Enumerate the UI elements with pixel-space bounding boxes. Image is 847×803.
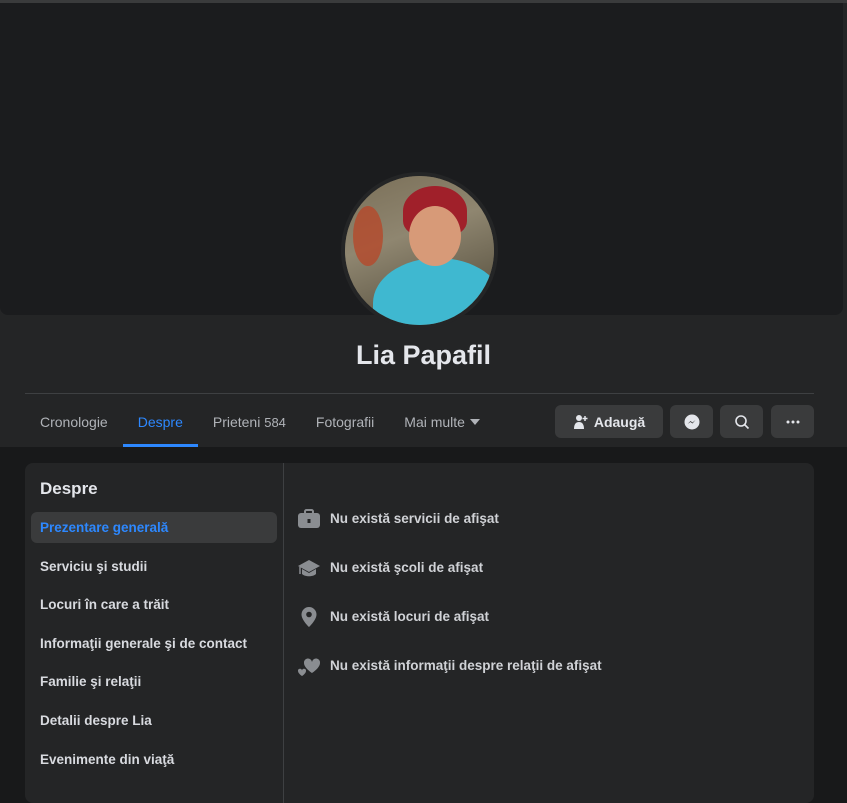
add-friend-label: Adaugă bbox=[593, 413, 646, 430]
tab-label: Mai multe bbox=[404, 414, 465, 430]
more-options-button[interactable] bbox=[771, 405, 814, 438]
about-nav: Prezentare generală Serviciu şi studii L… bbox=[31, 512, 277, 782]
add-friend-button[interactable]: Adaugă bbox=[555, 405, 663, 438]
info-text: Nu există şcoli de afişat bbox=[330, 560, 484, 575]
column-divider bbox=[283, 463, 284, 803]
info-education: Nu există şcoli de afişat bbox=[297, 543, 602, 592]
tab-label: Despre bbox=[137, 414, 183, 430]
divider bbox=[25, 393, 814, 394]
location-pin-icon bbox=[301, 606, 317, 627]
tab-fotografii[interactable]: Fotografii bbox=[301, 400, 389, 447]
info-text: Nu există servicii de afişat bbox=[330, 511, 499, 526]
search-icon bbox=[734, 414, 749, 429]
info-relationships: Nu există informaţii despre relaţii de a… bbox=[297, 641, 602, 690]
add-person-icon bbox=[573, 414, 588, 429]
nav-work-education[interactable]: Serviciu şi studii bbox=[31, 551, 277, 582]
tab-mai-multe[interactable]: Mai multe bbox=[389, 400, 495, 447]
about-card: Despre Prezentare generală Serviciu şi s… bbox=[25, 463, 814, 803]
messenger-button[interactable] bbox=[670, 405, 713, 438]
ellipsis-icon bbox=[786, 420, 799, 423]
info-work: Nu există servicii de afişat bbox=[297, 494, 602, 543]
tab-cronologie[interactable]: Cronologie bbox=[25, 400, 123, 447]
nav-contact-info[interactable]: Informaţii generale şi de contact bbox=[31, 628, 277, 659]
caret-down-icon bbox=[469, 419, 480, 425]
profile-tabs: Cronologie Despre Prieteni 584 Fotografi… bbox=[25, 400, 495, 447]
profile-picture[interactable] bbox=[341, 172, 498, 329]
nav-details[interactable]: Detalii despre Lia bbox=[31, 705, 277, 736]
tab-label: Prieteni bbox=[212, 414, 261, 430]
briefcase-icon bbox=[298, 508, 320, 528]
info-text: Nu există informaţii despre relaţii de a… bbox=[330, 658, 602, 673]
tab-label: Cronologie bbox=[40, 414, 108, 430]
messenger-icon bbox=[684, 414, 699, 429]
graduation-cap-icon bbox=[298, 559, 320, 576]
hearts-icon bbox=[297, 657, 321, 676]
info-places: Nu există locuri de afişat bbox=[297, 592, 602, 641]
nav-life-events[interactable]: Evenimente din viaţă bbox=[31, 744, 277, 775]
search-button[interactable] bbox=[720, 405, 763, 438]
nav-places-lived[interactable]: Locuri în care a trăit bbox=[31, 589, 277, 620]
info-text: Nu există locuri de afişat bbox=[330, 609, 490, 624]
friends-count: 584 bbox=[264, 415, 286, 430]
tab-prieteni[interactable]: Prieteni 584 bbox=[198, 400, 301, 447]
profile-name: Lia Papafil bbox=[355, 340, 492, 370]
nav-overview[interactable]: Prezentare generală bbox=[31, 512, 277, 543]
nav-family-relationships[interactable]: Familie şi relaţii bbox=[31, 666, 277, 697]
about-title: Despre bbox=[40, 479, 98, 498]
tab-despre[interactable]: Despre bbox=[122, 400, 199, 447]
tab-label: Fotografii bbox=[315, 414, 375, 430]
about-overview: Nu există servicii de afişat Nu există ş… bbox=[297, 494, 602, 690]
